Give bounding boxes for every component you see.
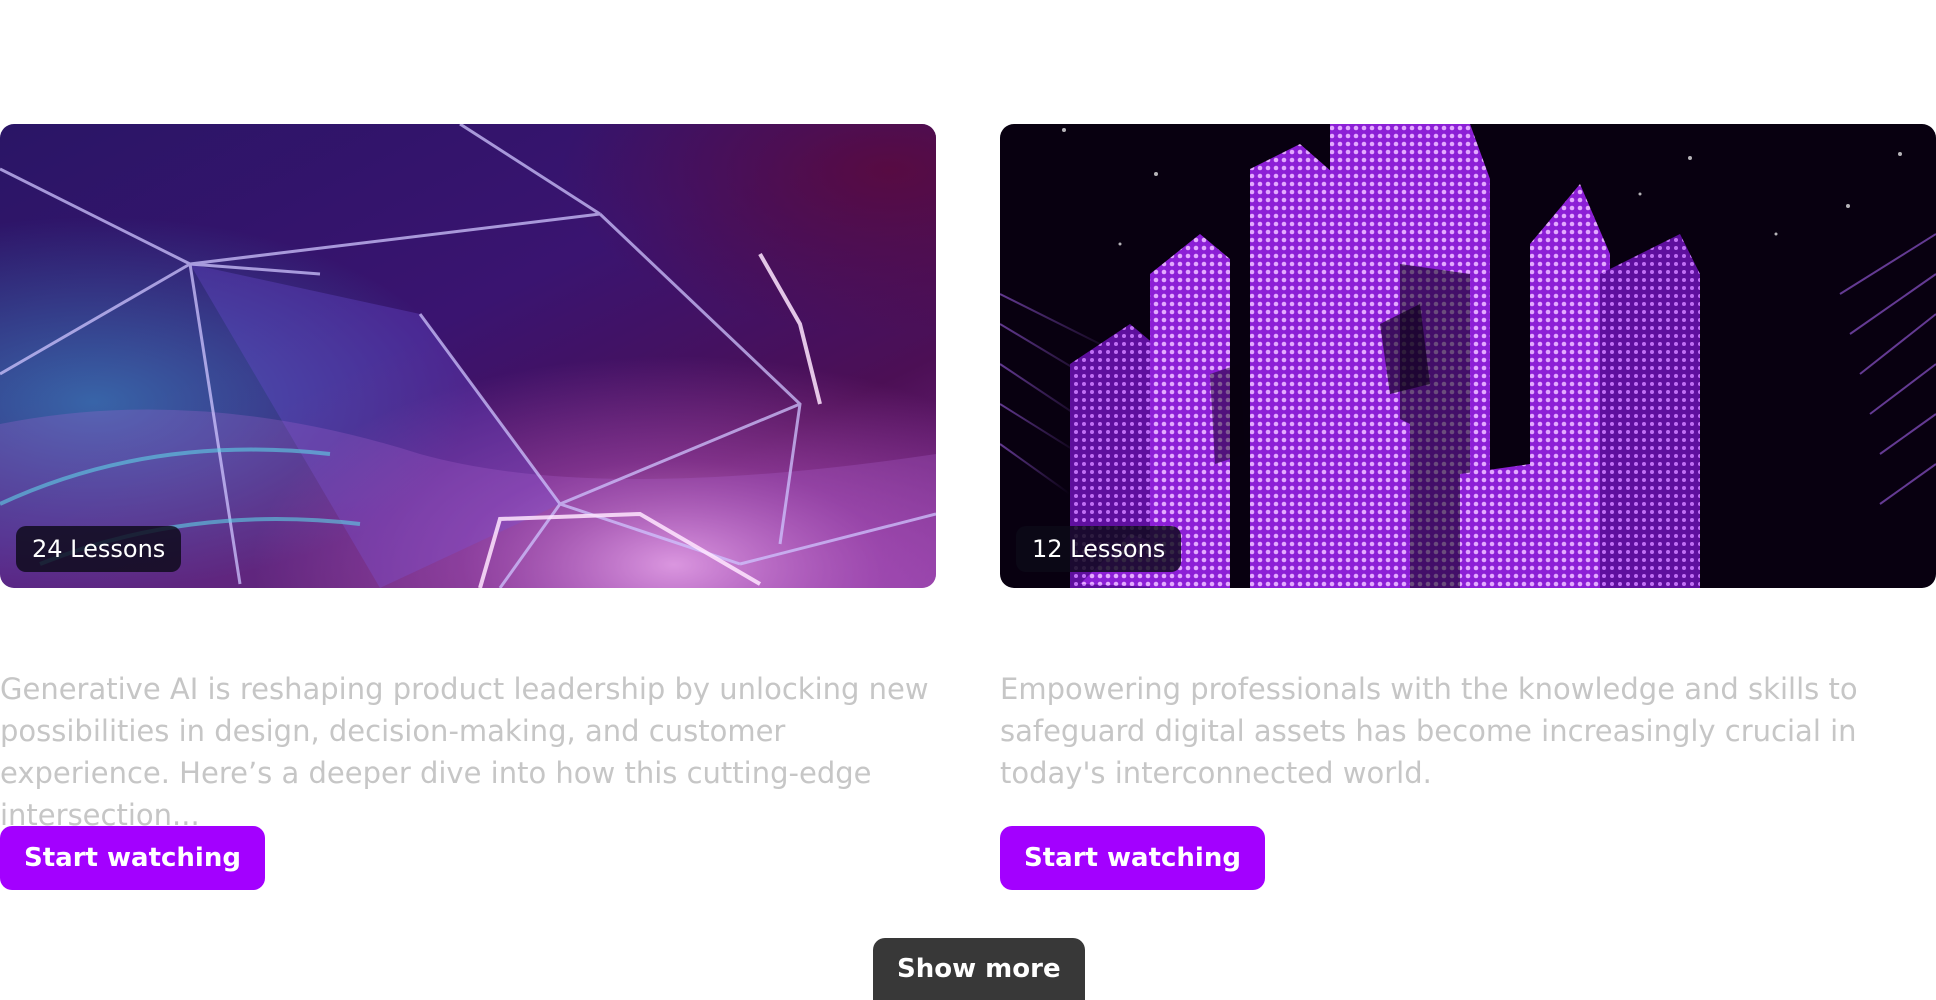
course-list: 24 Lessons Generative AI is reshaping pr… — [0, 0, 1936, 1000]
abstract-purple-mesh-image — [0, 124, 936, 588]
course-description: Generative AI is reshaping product leade… — [0, 672, 929, 832]
purple-particle-city-image — [1000, 124, 1936, 588]
lessons-badge: 12 Lessons — [1016, 526, 1182, 572]
course-card-cybersecurity: 12 Lessons Empowering professionals with… — [1000, 124, 1936, 890]
course-card-generative-ai: 24 Lessons Generative AI is reshaping pr… — [0, 124, 936, 890]
show-more-button[interactable]: Show more — [873, 938, 1085, 1000]
course-thumbnail[interactable]: 24 Lessons — [0, 124, 936, 588]
start-watching-button[interactable]: Start watching — [0, 826, 265, 890]
lessons-badge: 24 Lessons — [16, 526, 182, 572]
course-thumbnail[interactable]: 12 Lessons — [1000, 124, 1936, 588]
start-watching-button[interactable]: Start watching — [1000, 826, 1265, 890]
course-description: Empowering professionals with the knowle… — [1000, 672, 1858, 790]
